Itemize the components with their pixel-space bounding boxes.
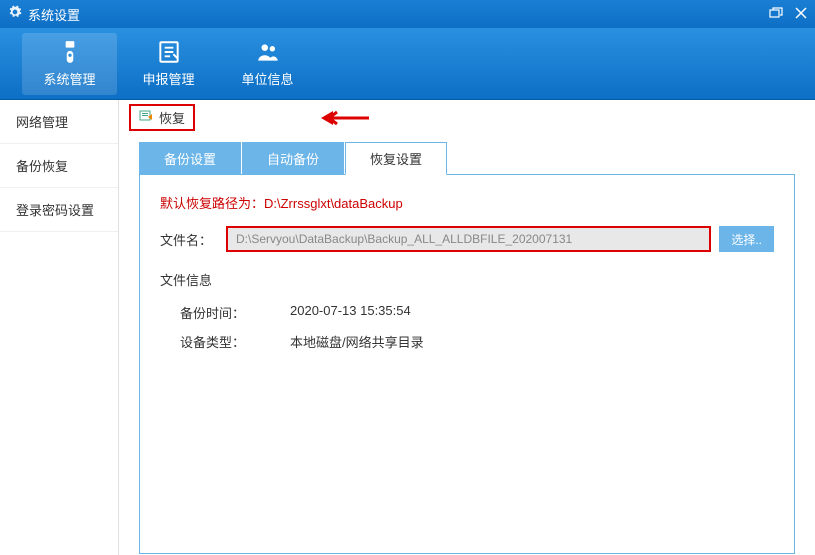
tabs: 备份设置 自动备份 恢复设置 <box>139 142 815 175</box>
restore-button-label: 恢复 <box>159 108 185 127</box>
info-key: 备份时间： <box>180 303 290 322</box>
info-val: 2020-07-13 15:35:54 <box>290 303 411 322</box>
toolbar-system-manage[interactable]: 系统管理 <box>22 33 117 95</box>
restore-window-icon[interactable] <box>769 6 783 22</box>
restore-panel: 默认恢复路径为：D:\Zrrssglxt\dataBackup 文件名： 选择.… <box>139 174 795 554</box>
sidebar: 网络管理 备份恢复 登录密码设置 <box>0 100 119 555</box>
tab-backup-settings[interactable]: 备份设置 <box>139 142 241 175</box>
info-val: 本地磁盘/网络共享目录 <box>290 332 424 351</box>
default-path-hint: 默认恢复路径为：D:\Zrrssglxt\dataBackup <box>160 193 774 212</box>
toolbar-declare-manage[interactable]: 申报管理 <box>121 33 216 95</box>
toolbar-unit-info[interactable]: 单位信息 <box>220 33 315 95</box>
filename-input[interactable] <box>226 226 711 252</box>
toolbar-label: 系统管理 <box>43 69 95 88</box>
toolbar: 系统管理 申报管理 单位信息 <box>0 28 815 100</box>
sidebar-item-password[interactable]: 登录密码设置 <box>0 188 118 232</box>
titlebar: 系统设置 <box>0 0 815 28</box>
tab-restore-settings[interactable]: 恢复设置 <box>345 142 447 175</box>
toolbar-label: 单位信息 <box>241 69 293 88</box>
restore-button[interactable]: 恢复 <box>129 104 195 131</box>
arrow-annotation <box>319 108 369 128</box>
filename-label: 文件名： <box>160 230 218 249</box>
file-info-title: 文件信息 <box>160 270 774 289</box>
select-file-button[interactable]: 选择.. <box>719 226 774 252</box>
info-row: 设备类型： 本地磁盘/网络共享目录 <box>160 332 774 351</box>
toolbar-label: 申报管理 <box>142 69 194 88</box>
close-icon[interactable] <box>795 6 807 22</box>
window-title: 系统设置 <box>28 5 769 24</box>
restore-icon <box>139 109 155 126</box>
gear-icon <box>8 5 22 24</box>
sidebar-item-network[interactable]: 网络管理 <box>0 100 118 144</box>
info-key: 设备类型： <box>180 332 290 351</box>
tab-auto-backup[interactable]: 自动备份 <box>242 142 344 175</box>
info-row: 备份时间： 2020-07-13 15:35:54 <box>160 303 774 322</box>
sidebar-item-backup[interactable]: 备份恢复 <box>0 144 118 188</box>
